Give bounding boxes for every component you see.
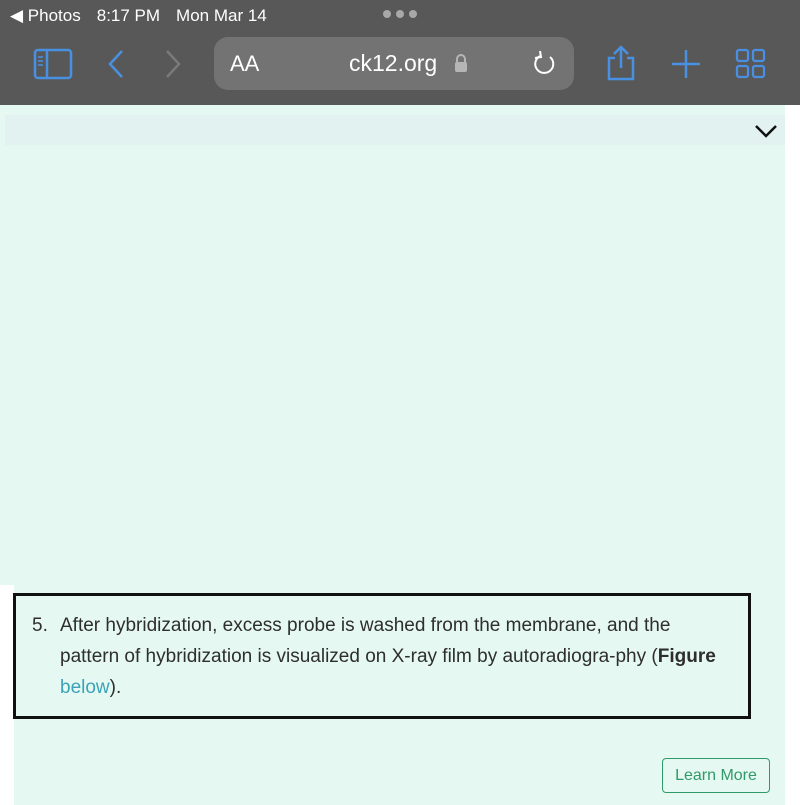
reader-button[interactable]: AA [230,51,259,77]
step-text-end: ). [109,677,122,698]
back-icon[interactable] [105,48,127,80]
date: Mon Mar 14 [176,6,267,25]
item-number: 5. [32,615,48,636]
new-tab-icon[interactable] [670,48,702,80]
lock-icon [455,54,467,72]
reload-icon[interactable] [532,49,558,79]
address-bar[interactable]: AA ck12.org [214,37,574,90]
back-to-photos[interactable]: ◀ Photos [10,6,81,26]
time: 8:17 PM [96,6,161,25]
step-5-text: 5. After hybridization, excess probe is … [13,593,751,719]
tabs-overview-icon[interactable] [735,48,767,80]
url-text: ck12.org [349,50,438,76]
learn-more-button[interactable]: Learn More [662,758,770,793]
share-icon[interactable] [604,44,638,82]
forward-icon[interactable] [162,48,184,80]
figure-link[interactable]: below [60,677,110,698]
figure-bold: Figure [657,646,716,667]
browser-chrome: ◀ Photos 8:17 PM Mon Mar 14 AA ck12.org [0,0,800,105]
status-bar: ◀ Photos 8:17 PM Mon Mar 14 [10,6,267,26]
chevron-down-icon[interactable] [754,123,778,139]
step-text: After hybridization, excess probe is was… [60,615,671,667]
sidebar-icon[interactable] [33,48,73,80]
multitasking-dots[interactable] [383,10,417,18]
